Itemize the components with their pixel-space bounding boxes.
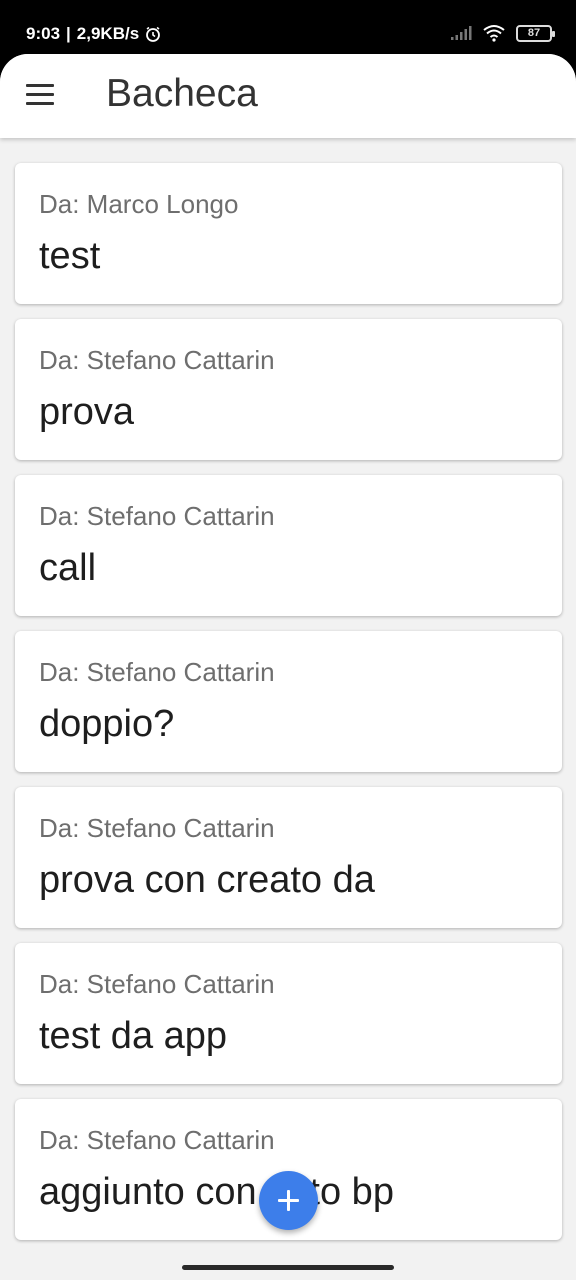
post-card[interactable]: Da: Stefano Cattarin prova con creato da bbox=[15, 787, 562, 928]
menu-button[interactable] bbox=[26, 84, 56, 108]
add-post-button[interactable] bbox=[259, 1171, 318, 1230]
menu-icon-line bbox=[26, 102, 54, 105]
menu-icon-line bbox=[26, 93, 54, 96]
signal-icon bbox=[451, 26, 472, 40]
status-separator: | bbox=[66, 24, 71, 43]
post-author: Da: Stefano Cattarin bbox=[39, 813, 275, 843]
post-text: doppio? bbox=[39, 703, 175, 745]
post-author: Da: Stefano Cattarin bbox=[39, 345, 275, 375]
post-text: test bbox=[39, 235, 101, 277]
post-author: Da: Stefano Cattarin bbox=[39, 1125, 275, 1155]
post-author: Da: Marco Longo bbox=[39, 189, 239, 219]
wifi-icon bbox=[483, 25, 505, 42]
app-bar: Bacheca bbox=[0, 54, 576, 138]
status-left: 9:03 | 2,9KB/s bbox=[26, 24, 161, 44]
status-time: 9:03 bbox=[26, 24, 61, 43]
battery-level: 87 bbox=[527, 26, 541, 39]
menu-icon-line bbox=[26, 84, 54, 87]
status-right: 87 bbox=[450, 24, 555, 42]
post-card[interactable]: Da: Stefano Cattarin call bbox=[15, 475, 562, 616]
post-card[interactable]: Da: Stefano Cattarin doppio? bbox=[15, 631, 562, 772]
post-text: aggiunto con tutto bp bbox=[39, 1171, 394, 1213]
post-author: Da: Stefano Cattarin bbox=[39, 501, 275, 531]
post-author: Da: Stefano Cattarin bbox=[39, 969, 275, 999]
alarm-icon bbox=[146, 26, 161, 42]
post-text: test da app bbox=[39, 1015, 228, 1057]
home-indicator[interactable] bbox=[182, 1265, 394, 1270]
post-text: call bbox=[39, 547, 97, 589]
page-title: Bacheca bbox=[106, 72, 258, 115]
app-window: Bacheca Da: Marco Longo test Da: Stefano… bbox=[0, 54, 576, 1280]
post-card[interactable]: Da: Stefano Cattarin prova bbox=[15, 319, 562, 460]
battery-icon: 87 bbox=[516, 24, 555, 42]
post-card[interactable]: Da: Stefano Cattarin test da app bbox=[15, 943, 562, 1084]
status-bar: 9:03 | 2,9KB/s 87 bbox=[0, 0, 576, 60]
post-list: Da: Marco Longo test Da: Stefano Cattari… bbox=[15, 163, 562, 1255]
post-author: Da: Stefano Cattarin bbox=[39, 657, 275, 687]
status-network-speed: 2,9KB/s bbox=[76, 24, 140, 43]
post-card[interactable]: Da: Marco Longo test bbox=[15, 163, 562, 304]
post-text: prova con creato da bbox=[39, 859, 375, 901]
post-text: prova bbox=[39, 391, 135, 433]
